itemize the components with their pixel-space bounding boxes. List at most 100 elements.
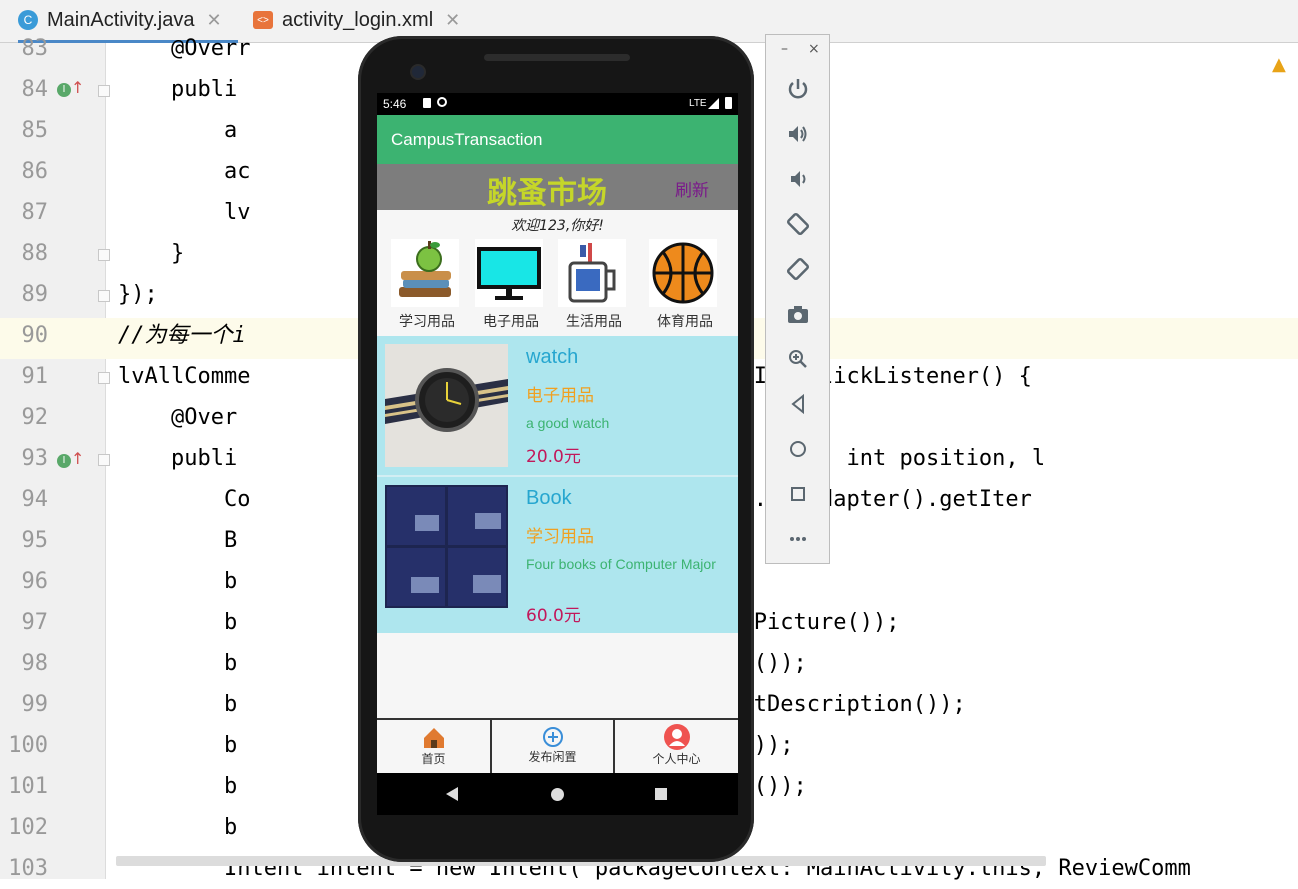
welcome-text: 欢迎123,你好! (511, 218, 604, 234)
code-text: lv (118, 200, 251, 225)
back-icon[interactable] (786, 392, 810, 416)
rotate-right-icon[interactable] (786, 257, 810, 281)
code-text: }); (118, 282, 158, 307)
rotate-left-icon[interactable] (786, 212, 810, 236)
user-icon (663, 724, 690, 750)
implements-marker-icon[interactable]: I (57, 454, 71, 468)
line-number: 87 (21, 200, 49, 225)
overview-icon[interactable] (655, 788, 667, 800)
commodity-item-book[interactable]: Book 学习用品 Four books of Computer Major 6… (377, 477, 738, 633)
category-label: 生活用品 (566, 314, 622, 330)
line-number: 102 (8, 815, 48, 840)
fold-marker[interactable] (98, 249, 110, 261)
battery-icon (725, 97, 732, 109)
power-icon[interactable] (786, 77, 810, 101)
line-number: 99 (21, 692, 49, 717)
home-circle-icon[interactable] (786, 437, 810, 461)
close-button[interactable]: × (808, 41, 820, 57)
mug-icon (558, 239, 626, 307)
front-camera (410, 64, 426, 80)
zoom-icon[interactable] (786, 347, 810, 371)
add-circle-icon (542, 726, 564, 748)
line-number: 93 (21, 446, 49, 471)
volume-down-icon[interactable] (786, 167, 810, 191)
category-label: 学习用品 (399, 314, 455, 330)
category-study[interactable]: 学习用品 (383, 239, 463, 335)
fold-marker[interactable] (98, 454, 110, 466)
home-circle-icon[interactable] (551, 788, 564, 801)
home-icon (422, 726, 446, 750)
override-arrow-icon[interactable]: ↑ (71, 449, 84, 468)
commodity-item-watch[interactable]: watch 电子用品 a good watch 20.0元 (377, 336, 738, 475)
books-photo (385, 485, 508, 608)
nav-home[interactable]: 首页 (377, 720, 492, 773)
minimize-button[interactable]: – (781, 41, 788, 57)
status-bar: 5:46 LTE (377, 93, 738, 115)
android-nav-bar (377, 773, 738, 815)
network-type: LTE (689, 98, 707, 109)
volume-up-icon[interactable] (786, 122, 810, 146)
fold-marker[interactable] (98, 85, 110, 97)
bottom-navigation: 首页 发布闲置 个人中心 (377, 718, 738, 773)
nav-publish[interactable]: 发布闲置 (492, 720, 615, 773)
implements-marker-icon[interactable]: I (57, 83, 71, 97)
commodity-price: 20.0元 (526, 447, 581, 467)
line-number: 96 (21, 569, 49, 594)
books-apple-icon (391, 239, 459, 307)
category-daily[interactable]: 生活用品 (550, 239, 630, 335)
line-number: 95 (21, 528, 49, 553)
more-icon[interactable] (786, 527, 810, 551)
code-text: } (118, 241, 185, 266)
line-number: 98 (21, 651, 49, 676)
market-title: 跳蚤市场 (487, 176, 607, 211)
code-text: ac (118, 159, 251, 184)
commodity-price: 60.0元 (526, 606, 581, 626)
java-class-icon: C (18, 10, 38, 30)
commodity-category: 学习用品 (526, 527, 594, 547)
overview-icon[interactable] (786, 482, 810, 506)
commodity-title: Book (526, 487, 572, 509)
fold-marker[interactable] (98, 372, 110, 384)
nav-profile[interactable]: 个人中心 (615, 720, 738, 773)
line-number: 92 (21, 405, 49, 430)
code-text: publi (118, 77, 238, 102)
commodity-category: 电子用品 (526, 386, 594, 406)
commodity-description: Four books of Computer Major (526, 556, 716, 572)
monitor-icon (475, 239, 543, 307)
refresh-button[interactable]: 刷新 (675, 176, 709, 201)
nav-label: 首页 (421, 752, 446, 766)
line-number: 90 (21, 323, 49, 348)
code-text: @Overr (118, 36, 251, 61)
line-number: 88 (21, 241, 49, 266)
fold-marker[interactable] (98, 290, 110, 302)
line-number: 84 (21, 77, 49, 102)
line-number: 103 (8, 856, 48, 881)
category-sports[interactable]: 体育用品 (641, 239, 721, 335)
phone-screen[interactable]: 5:46 LTE CampusTransaction 跳蚤市场 刷新 欢迎123… (377, 93, 738, 773)
xml-file-icon: <> (253, 11, 273, 29)
line-number: 100 (8, 733, 48, 758)
override-arrow-icon[interactable]: ↑ (71, 78, 84, 97)
back-icon[interactable] (446, 787, 458, 801)
line-number: 85 (21, 118, 49, 143)
line-number: 101 (8, 774, 48, 799)
line-number: 89 (21, 282, 49, 307)
category-label: 体育用品 (657, 314, 713, 330)
line-number: 97 (21, 610, 49, 635)
sd-card-icon (423, 98, 431, 108)
app-bar-title: CampusTransaction (377, 115, 738, 164)
camera-icon[interactable] (786, 302, 810, 326)
basketball-icon (649, 239, 717, 307)
category-electronics[interactable]: 电子用品 (467, 239, 547, 335)
code-text: @Over (118, 405, 238, 430)
watch-photo (385, 344, 508, 467)
category-label: 电子用品 (483, 314, 539, 330)
nav-label: 个人中心 (652, 752, 701, 766)
commodity-description: a good watch (526, 415, 610, 431)
speaker-grille (484, 54, 630, 61)
line-number: 91 (21, 364, 49, 389)
line-number: 83 (21, 36, 49, 61)
signal-icon (708, 98, 719, 109)
market-header: 跳蚤市场 刷新 (377, 164, 738, 211)
line-number: 86 (21, 159, 49, 184)
